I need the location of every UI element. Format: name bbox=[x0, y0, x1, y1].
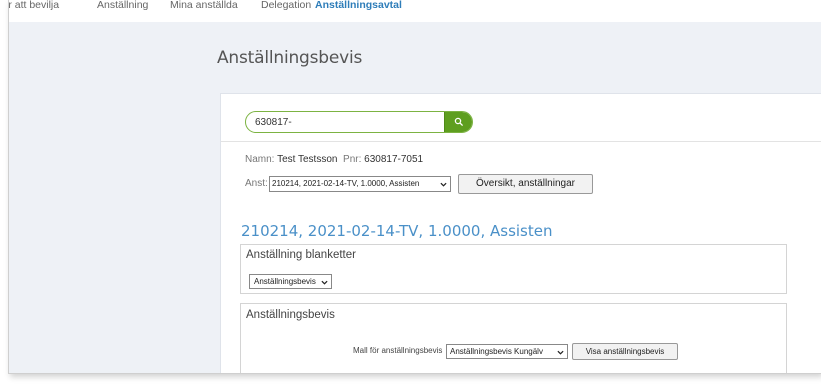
overview-employments-button[interactable]: Översikt, anställningar bbox=[458, 174, 593, 194]
search-input[interactable] bbox=[246, 112, 442, 132]
show-anstallningsbevis-button[interactable]: Visa anställningsbevis bbox=[572, 343, 678, 360]
search-icon bbox=[454, 117, 464, 127]
nav-item-anstallningsavtal[interactable]: Anställningsavtal bbox=[315, 0, 402, 11]
search-box bbox=[245, 111, 473, 133]
nav-item-delegation[interactable]: Delegation bbox=[261, 0, 311, 11]
employment-select-value: 210214, 2021-02-14-TV, 1.0000, Assisten bbox=[272, 179, 420, 188]
anstallningsbevis-panel: Anställningsbevis Mall för anställningsb… bbox=[240, 303, 787, 373]
name-value: Test Testsson bbox=[277, 154, 338, 165]
blanketter-select[interactable]: Anställningsbevis bbox=[249, 274, 332, 289]
employment-select[interactable]: 210214, 2021-02-14-TV, 1.0000, Assisten bbox=[269, 176, 451, 192]
pnr-value: 630817-7051 bbox=[364, 154, 424, 165]
nav-item-anstallning[interactable]: Anställning bbox=[97, 0, 148, 11]
person-info: Namn: Test Testsson Pnr: 630817-7051 bbox=[245, 154, 423, 165]
chevron-down-icon bbox=[440, 182, 447, 187]
chevron-down-icon bbox=[321, 280, 328, 285]
blanketter-select-value: Anställningsbevis bbox=[254, 277, 316, 286]
nav-item-mina-anstallda[interactable]: Mina anställda bbox=[170, 0, 238, 11]
employment-label: Anst: bbox=[245, 178, 268, 189]
app-window: ir att bevilja Anställning Mina anställd… bbox=[8, 0, 821, 374]
template-label: Mall för anställningsbevis bbox=[353, 346, 443, 355]
employment-heading: 210214, 2021-02-14-TV, 1.0000, Assisten bbox=[241, 222, 553, 240]
search-button[interactable] bbox=[444, 112, 472, 132]
template-select-value: Anställningsbevis Kungälv bbox=[450, 347, 543, 356]
main-card: Namn: Test Testsson Pnr: 630817-7051 Ans… bbox=[220, 93, 821, 373]
template-select[interactable]: Anställningsbevis Kungälv bbox=[446, 344, 568, 359]
divider bbox=[221, 141, 821, 142]
anstallningsbevis-title: Anställningsbevis bbox=[246, 309, 335, 321]
blanketter-panel: Anställning blanketter Anställningsbevis bbox=[240, 244, 787, 294]
blanketter-title: Anställning blanketter bbox=[246, 249, 356, 261]
chevron-down-icon bbox=[557, 350, 564, 355]
name-label: Namn: bbox=[245, 154, 275, 165]
top-navigation: ir att bevilja Anställning Mina anställd… bbox=[9, 0, 821, 22]
nav-item-bevilja[interactable]: ir att bevilja bbox=[9, 0, 59, 11]
page-title: Anställningsbevis bbox=[217, 48, 363, 68]
pnr-label: Pnr: bbox=[343, 154, 362, 165]
